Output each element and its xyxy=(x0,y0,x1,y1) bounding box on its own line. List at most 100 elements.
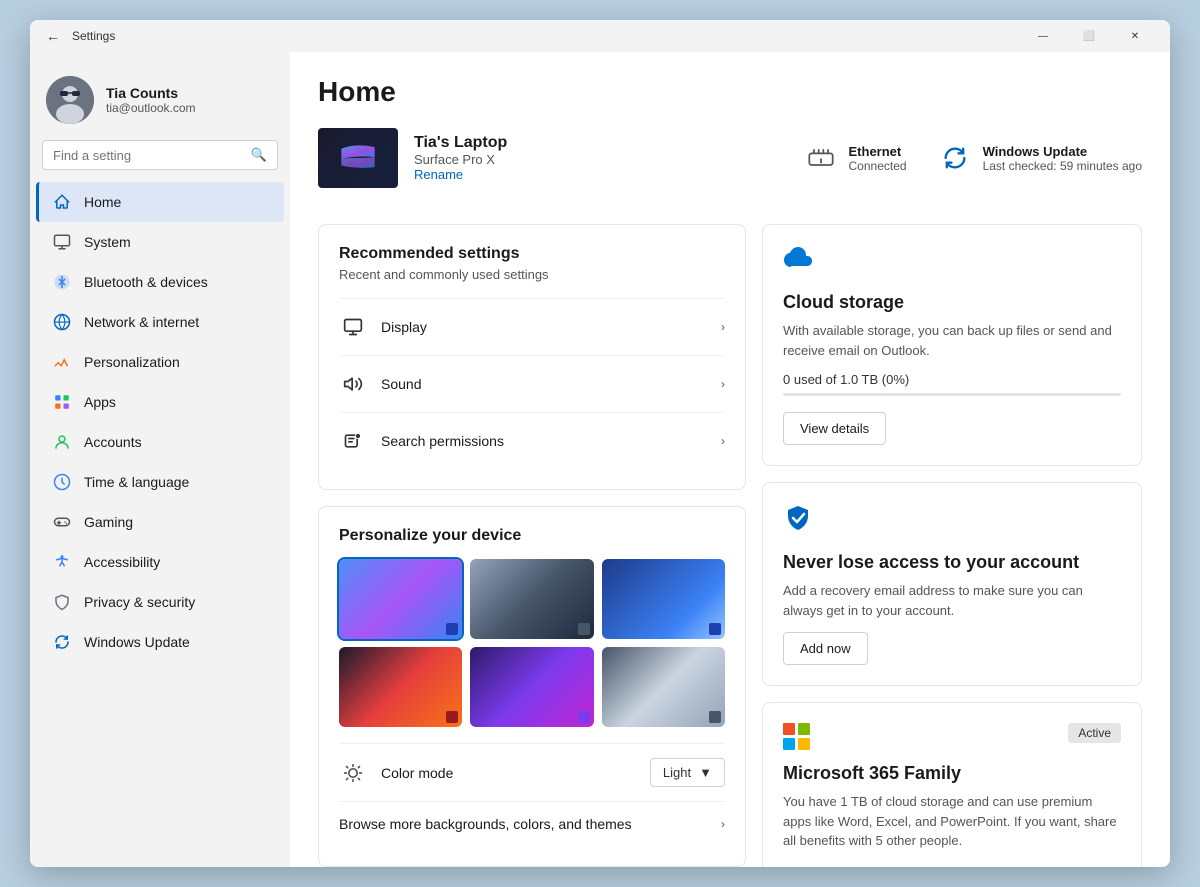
sidebar-item-home[interactable]: Home xyxy=(36,182,284,222)
color-mode-value: Light xyxy=(663,765,691,780)
titlebar-controls: — ⬜ ✕ xyxy=(1020,20,1158,52)
sidebar-label-update: Windows Update xyxy=(84,634,190,650)
ethernet-status: Ethernet Connected xyxy=(805,142,907,174)
wallpaper-2[interactable] xyxy=(470,559,593,639)
ms365-desc: You have 1 TB of cloud storage and can u… xyxy=(783,792,1121,851)
wallpaper-6[interactable] xyxy=(602,647,725,727)
sidebar-item-accessibility[interactable]: Accessibility xyxy=(36,542,284,582)
microsoft365-card: Active Microsoft 365 Family You have 1 T… xyxy=(762,702,1142,867)
color-mode-icon xyxy=(339,759,367,787)
titlebar-title: Settings xyxy=(72,29,115,43)
sidebar-label-apps: Apps xyxy=(84,394,116,410)
search-icon: 🔍 xyxy=(251,147,267,163)
privacy-icon xyxy=(52,592,72,612)
sidebar-item-update[interactable]: Windows Update xyxy=(36,622,284,662)
recommended-title: Recommended settings xyxy=(339,245,725,263)
ms365-title: Microsoft 365 Family xyxy=(783,763,1121,784)
ms365-logo-blue xyxy=(783,738,795,750)
search-permissions-arrow: › xyxy=(721,434,725,448)
user-email: tia@outlook.com xyxy=(106,101,196,115)
display-label: Display xyxy=(381,319,721,335)
sidebar-item-gaming[interactable]: Gaming xyxy=(36,502,284,542)
device-text: Tia's Laptop Surface Pro X Rename xyxy=(414,134,507,182)
browse-themes-label: Browse more backgrounds, colors, and the… xyxy=(339,816,721,832)
personalize-title: Personalize your device xyxy=(339,527,725,545)
account-security-desc: Add a recovery email address to make sur… xyxy=(783,581,1121,620)
search-permissions-icon xyxy=(339,427,367,455)
content-area: Tia Counts tia@outlook.com 🔍 Home xyxy=(30,52,1170,867)
storage-bar xyxy=(783,393,1121,396)
minimize-button[interactable]: — xyxy=(1020,20,1066,52)
shield-checkmark-icon xyxy=(783,503,1121,540)
sidebar-label-system: System xyxy=(84,234,131,250)
device-info: Tia's Laptop Surface Pro X Rename xyxy=(318,128,507,188)
ethernet-label: Ethernet xyxy=(849,144,907,159)
sidebar-item-bluetooth[interactable]: Bluetooth & devices xyxy=(36,262,284,302)
maximize-button[interactable]: ⬜ xyxy=(1066,20,1112,52)
search-permissions-setting[interactable]: Search permissions › xyxy=(339,412,725,469)
system-icon xyxy=(52,232,72,252)
sidebar-item-network[interactable]: Network & internet xyxy=(36,302,284,342)
windows-update-icon xyxy=(939,142,971,174)
sidebar-label-accessibility: Accessibility xyxy=(84,554,160,570)
search-permissions-label: Search permissions xyxy=(381,433,721,449)
page-title: Home xyxy=(318,76,1142,108)
recommended-subtitle: Recent and commonly used settings xyxy=(339,267,725,282)
recommended-settings-card: Recommended settings Recent and commonly… xyxy=(318,224,746,490)
sidebar-label-home: Home xyxy=(84,194,121,210)
update-label: Windows Update xyxy=(983,144,1142,159)
sidebar-item-time[interactable]: Time & language xyxy=(36,462,284,502)
wallpaper-4[interactable] xyxy=(339,647,462,727)
personalization-icon xyxy=(52,352,72,372)
network-icon xyxy=(52,312,72,332)
device-rename-link[interactable]: Rename xyxy=(414,167,507,182)
device-model: Surface Pro X xyxy=(414,152,507,167)
browse-themes-setting[interactable]: Browse more backgrounds, colors, and the… xyxy=(339,801,725,846)
ms365-header: Active xyxy=(783,723,1121,751)
time-icon xyxy=(52,472,72,492)
wp5-indicator xyxy=(578,711,590,723)
back-button[interactable]: ← xyxy=(42,26,64,46)
sidebar-item-privacy[interactable]: Privacy & security xyxy=(36,582,284,622)
wallpaper-grid xyxy=(339,559,725,727)
wp3-indicator xyxy=(709,623,721,635)
wallpaper-1[interactable] xyxy=(339,559,462,639)
ms365-logo-green xyxy=(798,723,810,735)
sidebar-label-accounts: Accounts xyxy=(84,434,142,450)
ethernet-value: Connected xyxy=(849,159,907,173)
sidebar-label-network: Network & internet xyxy=(84,314,199,330)
update-text: Windows Update Last checked: 59 minutes … xyxy=(983,144,1142,173)
sidebar-label-gaming: Gaming xyxy=(84,514,133,530)
ms365-logo xyxy=(783,723,811,751)
cloud-storage-title: Cloud storage xyxy=(783,292,1121,313)
user-profile[interactable]: Tia Counts tia@outlook.com xyxy=(30,68,290,140)
sidebar-item-personalization[interactable]: Personalization xyxy=(36,342,284,382)
sound-setting[interactable]: Sound › xyxy=(339,355,725,412)
wallpaper-5[interactable] xyxy=(470,647,593,727)
display-setting[interactable]: Display › xyxy=(339,298,725,355)
color-mode-select[interactable]: Light ▼ xyxy=(650,758,725,787)
sidebar-item-accounts[interactable]: Accounts xyxy=(36,422,284,462)
update-icon xyxy=(52,632,72,652)
sidebar-item-system[interactable]: System xyxy=(36,222,284,262)
right-column: Cloud storage With available storage, yo… xyxy=(762,224,1142,867)
cloud-storage-card: Cloud storage With available storage, yo… xyxy=(762,224,1142,466)
view-details-button[interactable]: View details xyxy=(783,412,886,445)
avatar xyxy=(46,76,94,124)
ms365-logo-yellow xyxy=(798,738,810,750)
search-input[interactable] xyxy=(53,148,243,163)
sound-label: Sound xyxy=(381,376,721,392)
sidebar-item-apps[interactable]: Apps xyxy=(36,382,284,422)
wallpaper-3[interactable] xyxy=(602,559,725,639)
device-banner: Tia's Laptop Surface Pro X Rename xyxy=(318,128,1142,204)
add-now-button[interactable]: Add now xyxy=(783,632,868,665)
avatar-image xyxy=(46,76,94,124)
close-button[interactable]: ✕ xyxy=(1112,20,1158,52)
titlebar-left: ← Settings xyxy=(42,26,115,46)
account-security-card: Never lose access to your account Add a … xyxy=(762,482,1142,686)
wp2-indicator xyxy=(578,623,590,635)
sidebar-label-time: Time & language xyxy=(84,474,189,490)
search-box[interactable]: 🔍 xyxy=(42,140,278,170)
main-content: Home xyxy=(290,52,1170,867)
titlebar: ← Settings — ⬜ ✕ xyxy=(30,20,1170,52)
